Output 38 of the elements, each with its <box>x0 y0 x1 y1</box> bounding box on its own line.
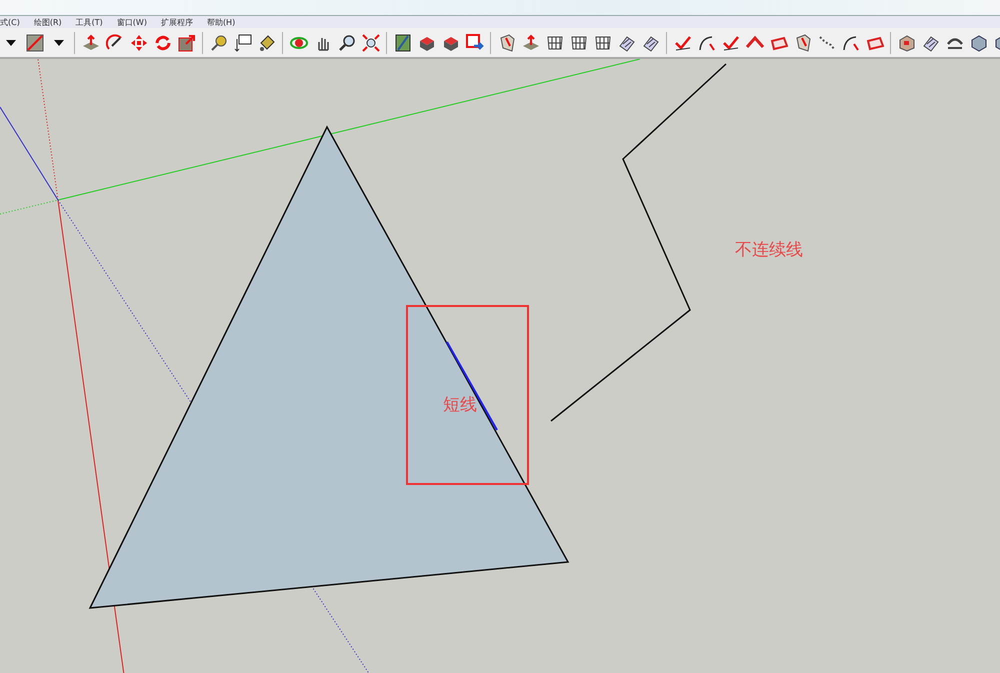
menu-item[interactable]: 扩展程序 <box>160 16 193 28</box>
check-mark-icon[interactable] <box>722 34 740 52</box>
block-icon[interactable] <box>898 34 916 52</box>
caret-icon[interactable] <box>6 40 16 46</box>
arc-arrow-icon[interactable] <box>106 34 124 52</box>
dotted-path-icon[interactable] <box>818 34 836 52</box>
curve-icon[interactable] <box>842 34 860 52</box>
solid-shape-icon[interactable] <box>794 34 812 52</box>
menu-item[interactable]: 工具(T) <box>76 16 103 28</box>
move-arrows-icon[interactable] <box>130 34 148 52</box>
layered-panels-icon[interactable] <box>922 34 940 52</box>
annotation-label: 不连续线 <box>735 240 803 260</box>
grid-panel-icon[interactable] <box>546 34 564 52</box>
curve-icon[interactable] <box>698 34 716 52</box>
caret-icon[interactable] <box>54 40 64 46</box>
pencil-square-icon[interactable] <box>26 34 44 52</box>
menu-item[interactable]: 窗口(W) <box>116 16 147 28</box>
text-tag-icon[interactable] <box>234 34 252 52</box>
solid-shape-icon[interactable] <box>498 34 516 52</box>
zoom-extents-icon[interactable] <box>362 34 380 52</box>
grid-panel-icon[interactable] <box>594 34 612 52</box>
cube-icon[interactable] <box>970 34 988 52</box>
scale-icon[interactable] <box>178 34 196 52</box>
menu-item[interactable]: 式(C) <box>0 16 20 28</box>
check-mark-icon[interactable] <box>674 34 692 52</box>
tape-measure-icon[interactable] <box>210 34 228 52</box>
push-pull-icon[interactable] <box>522 34 540 52</box>
grid-panel-icon[interactable] <box>570 34 588 52</box>
annotation-label: 短线 <box>443 395 477 415</box>
magnifier-icon[interactable] <box>338 34 356 52</box>
paint-bucket-icon[interactable] <box>258 34 276 52</box>
menu-item[interactable]: 绘图(R) <box>34 16 62 28</box>
rotate-icon[interactable] <box>154 34 172 52</box>
layered-panels-icon[interactable] <box>618 34 636 52</box>
map-icon[interactable] <box>394 34 412 52</box>
push-pull-icon[interactable] <box>82 34 100 52</box>
menu-item[interactable]: 帮助(H) <box>206 16 236 28</box>
layered-panels-icon[interactable] <box>642 34 660 52</box>
